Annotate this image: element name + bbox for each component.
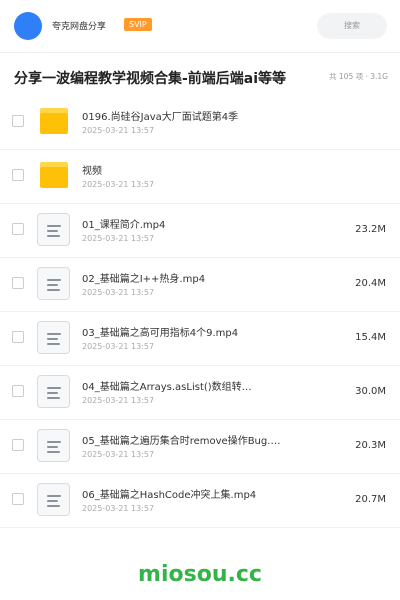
- select-checkbox[interactable]: [12, 331, 24, 343]
- document-icon: [37, 483, 70, 516]
- file-name: 视频: [82, 166, 102, 177]
- file-size: 20.3M: [355, 440, 386, 451]
- file-size: 30.0M: [355, 386, 386, 397]
- list-item[interactable]: 05_基础篇之遍历集合时remove操作Bug.m… 2025-03-21 13…: [0, 420, 400, 474]
- list-item[interactable]: 视频 2025-03-21 13:57: [0, 150, 400, 204]
- file-date: 2025-03-21 13:57: [82, 126, 155, 135]
- select-checkbox[interactable]: [12, 385, 24, 397]
- share-page: 夸克网盘分享 SVIP 搜索 分享一波编程教学视频合集-前端后端ai等等 共 1…: [0, 0, 400, 600]
- file-size: 20.4M: [355, 278, 386, 289]
- file-name: 03_基础篇之高可用指标4个9.mp4: [82, 328, 239, 339]
- list-item[interactable]: 0196.尚硅谷Java大厂面试题第4季 2025-03-21 13:57: [0, 96, 400, 150]
- file-size: 15.4M: [355, 332, 386, 343]
- document-icon: [37, 213, 70, 246]
- file-name: 04_基础篇之Arrays.asList()数组转…: [82, 382, 252, 393]
- select-checkbox[interactable]: [12, 439, 24, 451]
- select-checkbox[interactable]: [12, 115, 24, 127]
- title-row: 分享一波编程教学视频合集-前端后端ai等等 共 105 项 · 3.1G: [0, 62, 400, 92]
- file-date: 2025-03-21 13:57: [82, 396, 155, 405]
- document-icon: [37, 429, 70, 462]
- select-checkbox[interactable]: [12, 169, 24, 181]
- list-item[interactable]: 02_基础篇之I++热身.mp4 2025-03-21 13:57 20.4M: [0, 258, 400, 312]
- list-item[interactable]: 03_基础篇之高可用指标4个9.mp4 2025-03-21 13:57 15.…: [0, 312, 400, 366]
- list-item[interactable]: 01_课程简介.mp4 2025-03-21 13:57 23.2M: [0, 204, 400, 258]
- select-checkbox[interactable]: [12, 493, 24, 505]
- file-size: 20.7M: [355, 494, 386, 505]
- file-name: 01_课程简介.mp4: [82, 220, 166, 231]
- file-name: 05_基础篇之遍历集合时remove操作Bug.m…: [82, 436, 282, 447]
- select-checkbox[interactable]: [12, 277, 24, 289]
- list-item[interactable]: 04_基础篇之Arrays.asList()数组转… 2025-03-21 13…: [0, 366, 400, 420]
- file-date: 2025-03-21 13:57: [82, 450, 155, 459]
- avatar[interactable]: [14, 12, 42, 40]
- file-size: 23.2M: [355, 224, 386, 235]
- folder-icon: [40, 162, 68, 188]
- svip-badge: SVIP: [124, 18, 152, 31]
- watermark-text: miosou.cc: [138, 562, 262, 587]
- file-name: 02_基础篇之I++热身.mp4: [82, 274, 206, 285]
- list-item[interactable]: 06_基础篇之HashCode冲突上集.mp4 2025-03-21 13:57…: [0, 474, 400, 528]
- file-date: 2025-03-21 13:57: [82, 342, 155, 351]
- file-date: 2025-03-21 13:57: [82, 180, 155, 189]
- file-date: 2025-03-21 13:57: [82, 288, 155, 297]
- select-checkbox[interactable]: [12, 223, 24, 235]
- page-title: 分享一波编程教学视频合集-前端后端ai等等: [14, 71, 287, 87]
- file-date: 2025-03-21 13:57: [82, 234, 155, 243]
- file-name: 06_基础篇之HashCode冲突上集.mp4: [82, 490, 257, 501]
- owner-name[interactable]: 夸克网盘分享: [52, 19, 106, 32]
- folder-icon: [40, 108, 68, 134]
- header: 夸克网盘分享 SVIP 搜索: [0, 0, 400, 52]
- document-icon: [37, 321, 70, 354]
- item-summary: 共 105 项 · 3.1G: [329, 72, 388, 81]
- document-icon: [37, 375, 70, 408]
- document-icon: [37, 267, 70, 300]
- file-name: 0196.尚硅谷Java大厂面试题第4季: [82, 112, 239, 123]
- search-input[interactable]: 搜索: [317, 13, 387, 39]
- header-divider: [0, 52, 400, 53]
- file-date: 2025-03-21 13:57: [82, 504, 155, 513]
- file-list: 0196.尚硅谷Java大厂面试题第4季 2025-03-21 13:57 视频…: [0, 96, 400, 528]
